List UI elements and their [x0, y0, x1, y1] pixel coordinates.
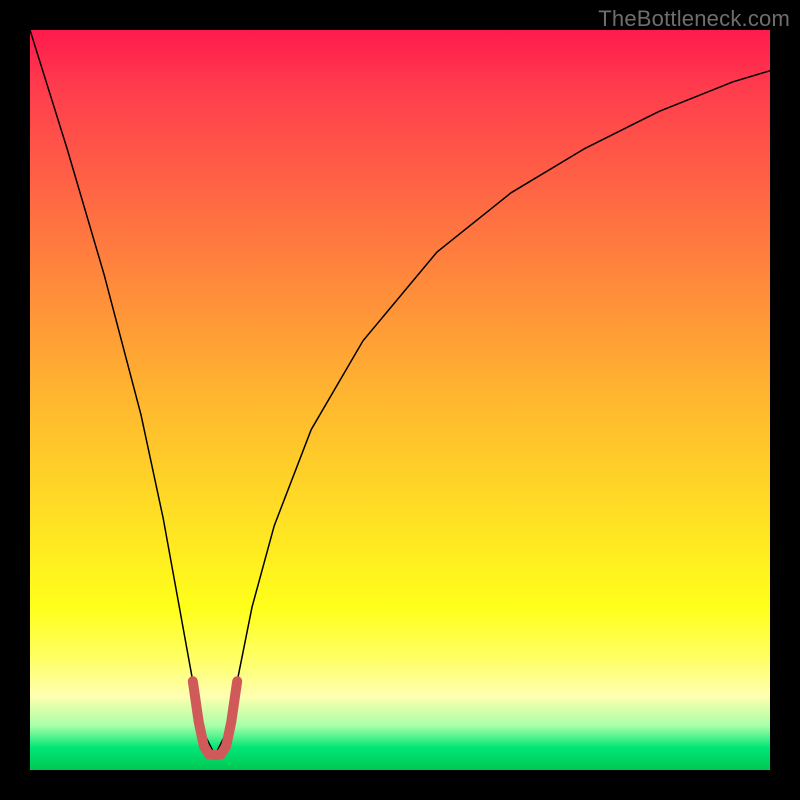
chart-plot-area — [30, 30, 770, 770]
chart-frame: TheBottleneck.com — [0, 0, 800, 800]
chart-svg — [30, 30, 770, 770]
watermark-text: TheBottleneck.com — [598, 6, 790, 32]
bottleneck-curve — [30, 30, 770, 755]
optimal-marker — [193, 681, 237, 755]
